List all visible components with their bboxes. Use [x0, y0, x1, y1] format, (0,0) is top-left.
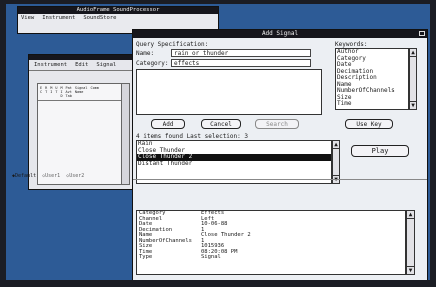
results-scrollbar[interactable]: ▲ ▼ [332, 140, 340, 184]
use-key-button[interactable]: Use Key [345, 119, 393, 129]
divider [133, 179, 427, 180]
menu-edit[interactable]: Edit [75, 62, 88, 68]
instrument-table-header: E C R T M I U T M I D Pat Avt Tab Signal… [38, 84, 122, 101]
main-window-title: AudioFrame SoundProcessor [18, 7, 218, 14]
instrument-menu-bar: Instrument Edit Signal [29, 60, 147, 71]
result-item[interactable]: Distant Thunder [137, 160, 331, 168]
close-box-icon[interactable] [419, 31, 425, 36]
keywords-scrollbar[interactable]: ▲ ▼ [409, 48, 417, 110]
scroll-down-arrow-icon[interactable]: ▼ [410, 101, 416, 109]
keyword-item[interactable]: Time [336, 100, 408, 108]
col-header: M I [50, 86, 53, 94]
col-header: M I D [60, 86, 63, 98]
col-header: Comm [90, 86, 99, 90]
scroll-down-arrow-icon[interactable]: ▼ [407, 266, 414, 274]
cancel-button[interactable]: Cancel [201, 119, 241, 129]
detail-row: Type Signal [139, 254, 221, 260]
col-header: Signal Name [74, 86, 88, 94]
play-button[interactable]: Play [351, 145, 409, 157]
keywords-label: Keywords: [335, 41, 368, 48]
scroll-up-arrow-icon[interactable]: ▲ [333, 141, 339, 149]
radio-user2[interactable]: ◇User2 [66, 173, 84, 179]
menu-signal[interactable]: Signal [96, 62, 116, 68]
preset-radio-group: ◆Default ◇User1 ◇User2 [12, 173, 84, 179]
search-button[interactable]: Search [255, 119, 299, 129]
signal-details: Category Effects Channel Left Date 10-06-88… [136, 210, 406, 275]
name-label: Name: [136, 50, 155, 57]
category-label: Category: [136, 60, 169, 67]
menu-instrument[interactable]: Instrument [42, 14, 75, 22]
main-menu-bar: View Instrument SoundStore [18, 14, 218, 22]
category-input[interactable]: effects [171, 59, 311, 67]
menu-instrument-item[interactable]: Instrument [34, 62, 67, 68]
col-header: R T [45, 86, 48, 94]
desktop: AudioFrame SoundProcessor View Instrumen… [6, 4, 430, 280]
instrument-window: Instrument Edit Signal E C R T M I U T M… [28, 54, 148, 190]
menu-view[interactable]: View [21, 14, 34, 22]
scroll-up-arrow-icon[interactable]: ▲ [407, 211, 414, 219]
results-list[interactable]: Rain Close Thunder Close Thunder 2 Dista… [136, 140, 332, 184]
menu-soundstore[interactable]: SoundStore [83, 14, 116, 22]
query-spec-label: Query Specification: [136, 41, 209, 48]
results-status: 4 items found Last selection: 3 [136, 133, 248, 140]
add-button[interactable]: Add [151, 119, 185, 129]
scroll-up-arrow-icon[interactable]: ▲ [410, 49, 416, 57]
name-input[interactable]: rain or thunder [171, 49, 311, 57]
dialog-title: Add Signal [133, 30, 427, 38]
instrument-scrollbar[interactable] [121, 83, 130, 185]
col-header: E C [40, 86, 43, 94]
add-signal-dialog: Add Signal Query Specification: Name: ra… [132, 29, 428, 280]
query-text-area[interactable] [136, 69, 322, 115]
radio-user1[interactable]: ◇User1 [42, 173, 60, 179]
col-header: U T [55, 86, 58, 94]
details-scrollbar[interactable]: ▲ ▼ [406, 210, 415, 275]
col-header: Pat Avt Tab [65, 86, 72, 98]
radio-default[interactable]: ◆Default [12, 173, 36, 179]
keywords-list[interactable]: Author Category Date Decimation Descript… [335, 48, 409, 110]
instrument-table[interactable]: E C R T M I U T M I D Pat Avt Tab Signal… [37, 83, 123, 185]
